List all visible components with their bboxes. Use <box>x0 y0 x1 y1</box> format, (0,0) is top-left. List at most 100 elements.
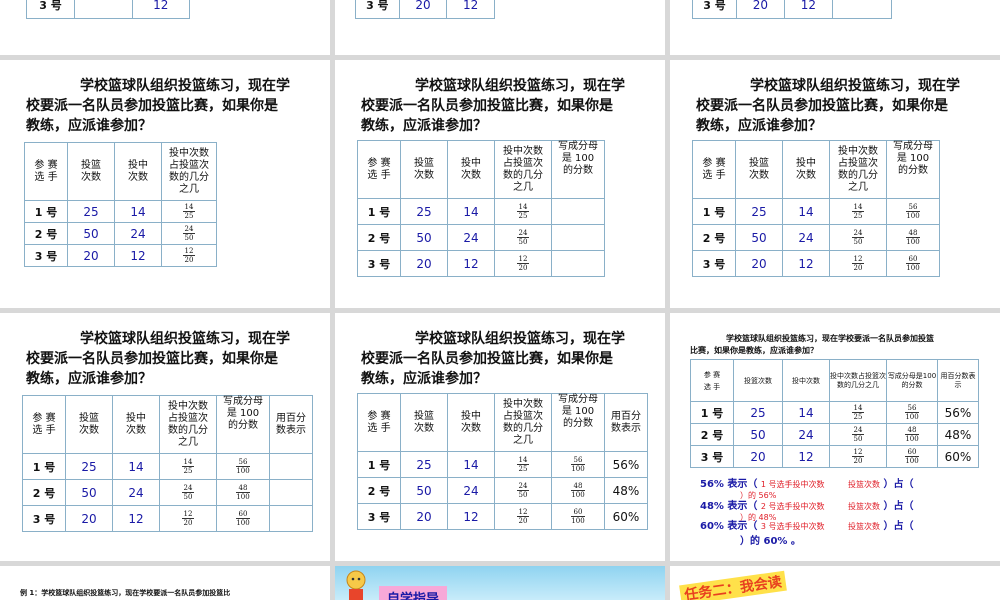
attempts-cell: 25 <box>400 451 448 478</box>
made-cell: 12 <box>447 503 495 530</box>
header-made: 投中 次数 <box>112 395 160 454</box>
header-player: 参 赛 选 手 <box>357 140 401 199</box>
header-fraction: 投中次数 占投篮次 数的几分 之几 <box>161 142 217 201</box>
percent-cell: 60% <box>937 445 979 468</box>
hundredths-fraction: 56 100 <box>906 202 920 220</box>
header-percent: 用百分 数表示 <box>269 395 313 454</box>
question-text: 学校篮球队组织投篮练习，现在学 校要派一名队员参加投篮比赛，如果你是 教练，应派… <box>361 331 625 387</box>
percent-cell: 48% <box>937 423 979 446</box>
slide-top-1: 3 号 12 <box>0 0 330 55</box>
made-cell: 24 <box>447 477 495 504</box>
header-fraction: 投中次数 占投篮次 数的几分 之几 <box>829 140 887 199</box>
header-attempts: 投篮 次数 <box>400 393 448 452</box>
row-label: 3 号 <box>357 503 401 530</box>
header-fraction: 投中次数 占投篮次 数的几分 之几 <box>494 140 552 199</box>
fraction: 14 25 <box>516 202 530 220</box>
fraction: 24 50 <box>181 483 195 501</box>
made-cell: 12 <box>131 0 191 19</box>
slide-e: 学校篮球队组织投篮练习，现在学 校要派一名队员参加投篮比赛，如果你是 教练，应派… <box>335 313 665 561</box>
top-table: 3 号 20 12 <box>355 0 495 19</box>
question-text: 学校篮球队组织投篮练习，现在学 校要派一名队员参加投篮比赛，如果你是 教练，应派… <box>26 331 290 387</box>
attempts-cell: 20 <box>65 505 113 532</box>
fraction: 24 50 <box>851 228 865 246</box>
hundredths-fraction: 48 100 <box>905 426 919 443</box>
row-label: 2 号 <box>357 477 401 504</box>
header-attempts: 投篮 次数 <box>400 140 448 199</box>
header-hundredths: 写成分母是100 的分数 <box>886 359 938 402</box>
header-player: 参 赛 选 手 <box>24 142 68 201</box>
top-table: 3 号 20 12 <box>692 0 893 19</box>
score-table: 参 赛 选 手 投篮 次数 投中 次数 投中次数 占投篮次 数的几分 之几 写成… <box>22 395 313 532</box>
fraction: 24 50 <box>851 426 865 443</box>
hundredths-fraction: 56 100 <box>571 455 585 473</box>
made-cell: 14 <box>447 198 495 225</box>
row-label: 2 号 <box>692 224 736 251</box>
header-player: 参 赛 选 手 <box>690 359 734 402</box>
attempts-cell: 50 <box>65 479 113 506</box>
slide-bottom-1: 例 1：学校篮球队组织投篮练习，现在学校要派一名队员参加投篮比 <box>0 566 330 600</box>
row-label: 2 号 <box>357 224 401 251</box>
hundredths-fraction: 48 100 <box>906 228 920 246</box>
made-cell: 14 <box>114 200 162 223</box>
slide-f: 学校篮球队组织投篮练习，现在学校要派一名队员参加投篮 比赛，如果你是教练，应派谁… <box>670 313 1000 561</box>
score-table-small: 参 赛 选 手 投篮次数 投中次数 投中次数占投篮次数的几分之几 写成分母是10… <box>690 359 979 468</box>
hundredths-fraction: 48 100 <box>236 483 250 501</box>
attempts-cell: 50 <box>733 423 783 446</box>
example-text: 例 1：学校篮球队组织投篮练习，现在学校要派一名队员参加投篮比 <box>20 589 231 597</box>
score-table: 参 赛 选 手 投篮 次数 投中 次数 投中次数 占投篮次 数的几分 之几 写成… <box>692 140 940 277</box>
attempts-cell: 50 <box>67 222 115 245</box>
percent-cell: 60% <box>604 503 648 530</box>
top-table: 3 号 12 <box>25 0 191 19</box>
made-cell: 24 <box>782 423 830 446</box>
slide-top-3: 3 号 20 12 <box>670 0 1000 55</box>
attempts-cell: 20 <box>67 244 115 267</box>
attempts-cell: 20 <box>735 0 785 19</box>
percent-cell: 56% <box>604 451 648 478</box>
made-cell: 12 <box>783 0 833 19</box>
score-table: 参 赛 选 手 投篮 次数 投中 次数 投中次数 占投篮次 数的几分 之几 1 … <box>24 142 217 267</box>
row-label: 2 号 <box>24 222 68 245</box>
slide-top-2: 3 号 20 12 <box>335 0 665 55</box>
made-cell: 14 <box>112 453 160 480</box>
fraction: 14 25 <box>181 457 195 475</box>
made-cell: 24 <box>112 479 160 506</box>
hundredths-fraction: 60 100 <box>906 254 920 272</box>
row-label: 3 号 <box>25 0 76 19</box>
guide-label: 自学指导 <box>379 586 448 600</box>
row-label: 3 号 <box>355 0 400 19</box>
header-percent: 用百分数表示 <box>937 359 979 402</box>
header-made: 投中 次数 <box>114 142 162 201</box>
fraction: 12 20 <box>851 254 865 272</box>
header-made: 投中 次数 <box>782 140 830 199</box>
fraction: 14 25 <box>516 455 530 473</box>
row-label: 2 号 <box>22 479 66 506</box>
header-player: 参 赛 选 手 <box>692 140 736 199</box>
attempts-cell: 20 <box>735 250 783 277</box>
row-label: 1 号 <box>357 198 401 225</box>
row-label: 1 号 <box>22 453 66 480</box>
header-fraction: 投中次数 占投篮次 数的几分 之几 <box>159 395 217 454</box>
header-hundredths: 写成分母 是 100 的分数 <box>551 140 605 199</box>
question-text: 学校篮球队组织投篮练习，现在学 校要派一名队员参加投篮比赛，如果你是 教练，应派… <box>26 78 290 134</box>
task-label: 任务二：我会读 <box>679 570 787 600</box>
made-cell: 14 <box>782 198 830 225</box>
made-cell: 24 <box>114 222 162 245</box>
made-cell: 12 <box>782 445 830 468</box>
slide-b: 学校篮球队组织投篮练习，现在学 校要派一名队员参加投篮比赛，如果你是 教练，应派… <box>335 60 665 308</box>
made-cell: 14 <box>447 451 495 478</box>
header-player: 参 赛 选 手 <box>357 393 401 452</box>
header-percent: 用百分 数表示 <box>604 393 648 452</box>
row-label: 1 号 <box>692 198 736 225</box>
attempts-cell: 20 <box>400 503 448 530</box>
row-label: 3 号 <box>690 445 734 468</box>
header-attempts: 投篮 次数 <box>65 395 113 454</box>
fraction: 12 20 <box>181 509 195 527</box>
hundredths-fraction: 56 100 <box>236 457 250 475</box>
attempts-cell: 50 <box>735 224 783 251</box>
row-label: 1 号 <box>24 200 68 223</box>
row-label: 1 号 <box>690 401 734 424</box>
attempts-cell: 50 <box>400 477 448 504</box>
percent-cell: 56% <box>937 401 979 424</box>
score-table: 参 赛 选 手 投篮 次数 投中 次数 投中次数 占投篮次 数的几分 之几 写成… <box>357 140 605 277</box>
row-label: 2 号 <box>690 423 734 446</box>
